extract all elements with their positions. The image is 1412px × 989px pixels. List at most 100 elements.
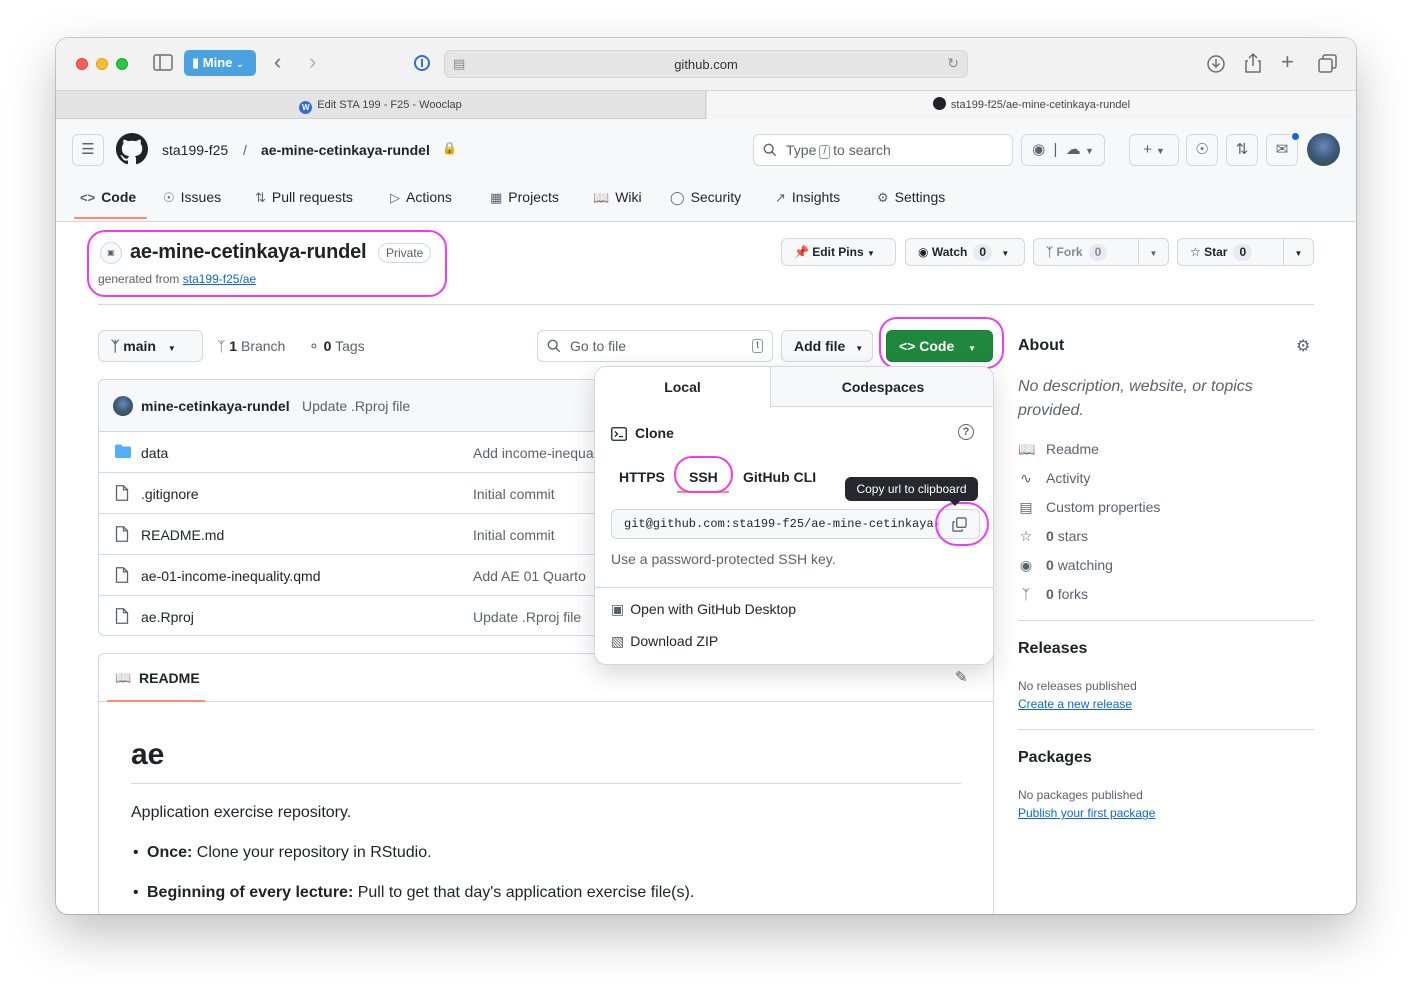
download-zip-item[interactable]: ▧ Download ZIP	[611, 633, 718, 650]
file-commit-message[interactable]: Add income-inequa	[473, 445, 594, 461]
branches-link[interactable]: ᛉ 1 Branch	[217, 338, 285, 354]
sidebar-item-readme[interactable]: 📖 Readme	[1018, 441, 1099, 458]
tab-overview-icon[interactable]	[1318, 54, 1338, 78]
breadcrumb-repo-link[interactable]: ae-mine-cetinkaya-rundel	[261, 142, 430, 158]
tab-issues[interactable]: ☉ Issues	[163, 189, 221, 209]
minimize-window-button[interactable]	[96, 58, 108, 70]
file-commit-message[interactable]: Initial commit	[473, 527, 555, 543]
file-icon	[115, 485, 131, 501]
fork-dropdown[interactable]: ▼	[1138, 239, 1168, 265]
tab-codespaces[interactable]: Codespaces	[771, 367, 993, 407]
copilot-button[interactable]: ◉ | ☁ ▼	[1021, 134, 1105, 166]
packages-heading[interactable]: Packages	[1018, 749, 1092, 767]
commit-author-link[interactable]: mine-cetinkaya-rundel	[141, 398, 290, 414]
file-commit-message[interactable]: Update .Rproj file	[473, 609, 581, 625]
star-button[interactable]: ☆ Star 0 ▼	[1177, 238, 1314, 266]
tab-local[interactable]: Local	[595, 367, 771, 408]
sidebar-item-custom-properties[interactable]: ▤ Custom properties	[1018, 499, 1160, 516]
zoom-window-button[interactable]	[116, 58, 128, 70]
edit-pins-button[interactable]: 📌 Edit Pins ▼	[781, 238, 896, 266]
close-window-button[interactable]	[76, 58, 88, 70]
menu-button[interactable]: ☰	[72, 134, 104, 166]
tab-wiki[interactable]: 📖 Wiki	[593, 189, 642, 209]
publish-package-link[interactable]: Publish your first package	[1018, 806, 1155, 820]
fork-button[interactable]: ᛉ Fork 0 ▼	[1033, 238, 1169, 266]
breadcrumb-owner-link[interactable]: sta199-f25	[162, 142, 228, 158]
tab-security[interactable]: ◯ Security	[670, 189, 741, 209]
table-row[interactable]: ae-01-income-inequality.qmd Add AE 01 Qu…	[99, 555, 610, 596]
create-release-link[interactable]: Create a new release	[1018, 697, 1132, 711]
readme-heading: ae	[131, 738, 165, 771]
clone-url-input[interactable]: git@github.com:sta199-f25/ae-mine-cetink…	[611, 509, 939, 539]
browser-tab-wooclap[interactable]: W Edit STA 199 - F25 - Wooclap	[56, 91, 706, 119]
tab-insights[interactable]: ↗ Insights	[775, 189, 840, 209]
commit-message-link[interactable]: Update .Rproj file	[302, 398, 410, 414]
password-icon[interactable]	[413, 54, 431, 76]
go-to-file-input[interactable]: Go to file t	[537, 330, 773, 362]
avatar[interactable]	[113, 396, 133, 416]
gear-icon[interactable]: ⚙	[1296, 336, 1310, 356]
file-name-link[interactable]: ae.Rproj	[141, 609, 194, 625]
tab-pull-requests[interactable]: ⇅ Pull requests	[255, 189, 353, 209]
pencil-icon[interactable]: ✎	[955, 668, 968, 686]
downloads-icon[interactable]	[1206, 54, 1226, 78]
file-name-link[interactable]: ae-01-income-inequality.qmd	[141, 568, 321, 584]
issues-button[interactable]: ☉	[1186, 134, 1218, 166]
releases-heading[interactable]: Releases	[1018, 640, 1087, 658]
book-icon: 📖	[593, 190, 610, 205]
new-tab-icon[interactable]: +	[1281, 51, 1294, 73]
watch-button[interactable]: ◉ Watch 0 ▼	[905, 238, 1025, 266]
avatar[interactable]	[1307, 133, 1340, 166]
search-suffix: to search	[833, 142, 891, 158]
repo-title: ae-mine-cetinkaya-rundel	[130, 241, 367, 263]
protocol-github-cli[interactable]: GitHub CLI	[743, 469, 816, 485]
protocol-https[interactable]: HTTPS	[619, 469, 665, 485]
tab-settings[interactable]: ⚙ Settings	[877, 189, 945, 209]
table-row[interactable]: ae.Rproj Update .Rproj file	[99, 596, 610, 635]
forward-icon[interactable]: ›	[309, 51, 316, 73]
code-button[interactable]: <> Code ▼	[886, 330, 993, 362]
sidebar-item-watching[interactable]: ◉ 0 watching	[1018, 557, 1113, 574]
protocol-ssh[interactable]: SSH	[689, 469, 718, 485]
sidebar-item-stars[interactable]: ☆ 0 stars	[1018, 528, 1088, 545]
tags-link[interactable]: ⚬ 0 Tags	[308, 338, 365, 355]
table-row[interactable]: data Add income-inequa	[99, 432, 610, 473]
address-bar[interactable]: ▤ github.com ↻	[444, 50, 968, 78]
tab-code[interactable]: <> Code	[80, 189, 136, 209]
star-dropdown[interactable]: ▼	[1283, 239, 1313, 265]
tab-actions[interactable]: ▷ Actions	[390, 189, 452, 209]
add-file-button[interactable]: Add file ▼	[781, 330, 873, 362]
sidebar-item-forks[interactable]: ᛉ0 forks	[1018, 586, 1088, 602]
readme-tab[interactable]: README	[139, 670, 200, 686]
create-new-button[interactable]: + ▼	[1129, 134, 1179, 166]
table-row[interactable]: .gitignore Initial commit	[99, 473, 610, 514]
readme-panel: 📖 README ✎ ae Application exercise repos…	[98, 653, 994, 914]
pull-requests-button[interactable]: ⇅	[1226, 134, 1258, 166]
table-row[interactable]: README.md Initial commit	[99, 514, 610, 555]
file-commit-message[interactable]: Initial commit	[473, 486, 555, 502]
file-commit-message[interactable]: Add AE 01 Quarto	[473, 568, 586, 584]
search-icon	[763, 135, 777, 165]
open-desktop-item[interactable]: ▣ Open with GitHub Desktop	[611, 601, 796, 618]
search-input[interactable]: Type / to search	[753, 134, 1013, 166]
file-name-link[interactable]: data	[141, 445, 168, 461]
file-name-link[interactable]: .gitignore	[141, 486, 199, 502]
help-icon[interactable]: ?	[958, 424, 974, 440]
file-name-link[interactable]: README.md	[141, 527, 224, 543]
branch-selector[interactable]: ᛉ main ▼	[98, 330, 203, 362]
tab-projects[interactable]: ▦ Projects	[490, 189, 559, 209]
star-icon: ☆	[1019, 528, 1033, 544]
share-icon[interactable]	[1244, 52, 1262, 78]
sidebar-item-activity[interactable]: ∿ Activity	[1018, 470, 1090, 487]
releases-text: No releases published	[1018, 679, 1137, 693]
back-icon[interactable]: ‹	[274, 51, 281, 73]
reload-icon[interactable]: ↻	[947, 55, 959, 72]
copilot-icon: ◉	[1032, 141, 1046, 158]
issue-icon: ☉	[163, 190, 175, 205]
profile-button[interactable]: ▮ Mine ⌄	[184, 50, 256, 76]
browser-tab-github[interactable]: sta199-f25/ae-mine-cetinkaya-rundel	[707, 91, 1356, 119]
copy-url-button[interactable]	[938, 509, 980, 539]
template-repo-link[interactable]: sta199-f25/ae	[183, 272, 256, 286]
github-logo-icon[interactable]	[116, 133, 148, 168]
sidebar-toggle-icon[interactable]	[153, 54, 173, 76]
